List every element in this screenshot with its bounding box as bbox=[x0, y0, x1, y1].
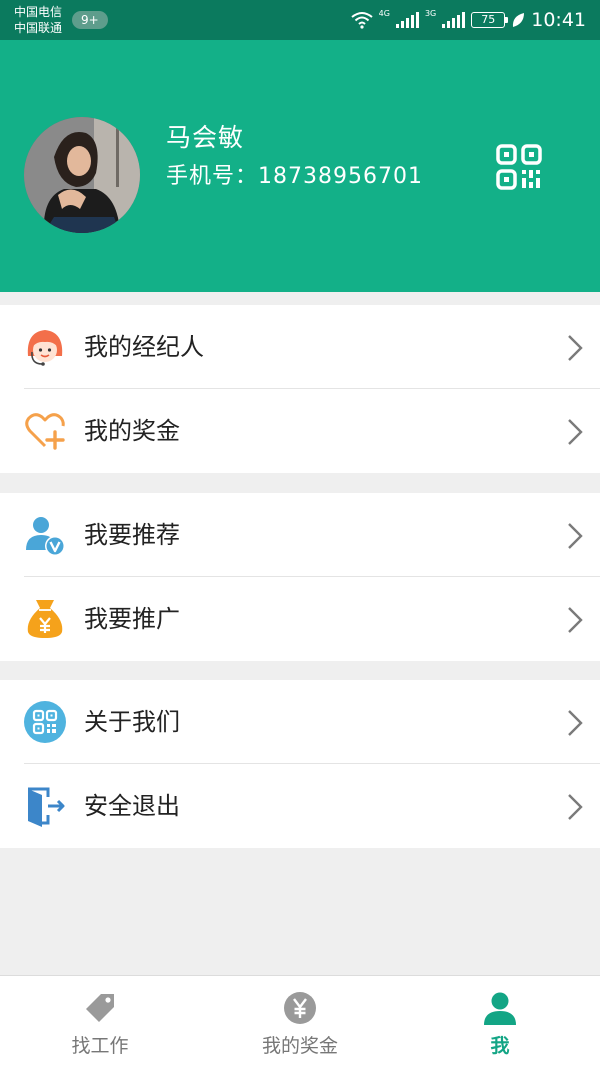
signal-icon-1 bbox=[395, 12, 419, 28]
menu-group-account: 我的经纪人 我的奖金 bbox=[0, 305, 600, 473]
chevron-right-icon bbox=[568, 710, 583, 736]
menu-label-promote: 我要推广 bbox=[84, 605, 180, 633]
qr-about-icon bbox=[24, 701, 66, 743]
menu-item-promote[interactable]: 我要推广 bbox=[0, 577, 600, 661]
menu-label-my-agent: 我的经纪人 bbox=[84, 333, 204, 361]
chevron-right-icon bbox=[568, 794, 583, 820]
tab-label-my-bonus: 我的奖金 bbox=[261, 1035, 338, 1057]
user-name: 马会敏 bbox=[166, 123, 245, 152]
signal-icon-2 bbox=[442, 12, 466, 28]
menu-item-my-agent[interactable]: 我的经纪人 bbox=[0, 305, 600, 389]
tab-me[interactable]: 我 bbox=[400, 976, 600, 1067]
carrier-1: 中国电信 bbox=[14, 5, 63, 19]
menu-label-logout: 安全退出 bbox=[84, 792, 180, 820]
phone-number: 18738956701 bbox=[258, 164, 423, 189]
leaf-icon bbox=[513, 13, 525, 27]
tag-icon bbox=[86, 994, 114, 1022]
chevron-right-icon bbox=[568, 523, 583, 549]
clock: 10:41 bbox=[531, 9, 586, 31]
money-bag-icon bbox=[27, 600, 63, 638]
chevron-right-icon bbox=[568, 607, 583, 633]
status-bar: 中国电信 中国联通 9+ 4G 3G 75 10:41 bbox=[0, 0, 600, 40]
menu-group-share: 我要推荐 我要推广 bbox=[0, 493, 600, 661]
qr-code-icon bbox=[496, 144, 542, 190]
battery-level: 75 bbox=[481, 13, 496, 26]
chevron-right-icon bbox=[568, 335, 583, 361]
profile-header: 马会敏 手机号：18738956701 bbox=[0, 40, 600, 292]
menu-item-about-us[interactable]: 关于我们 bbox=[0, 680, 600, 764]
carrier-2: 中国联通 bbox=[14, 21, 63, 35]
menu-item-logout[interactable]: 安全退出 bbox=[0, 764, 600, 848]
logout-door-icon bbox=[28, 787, 65, 827]
yen-coin-icon bbox=[284, 992, 316, 1024]
phone-label: 手机号： bbox=[166, 164, 259, 189]
user-verified-icon bbox=[26, 517, 65, 556]
menu-label-recommend: 我要推荐 bbox=[84, 521, 180, 549]
wifi-icon bbox=[351, 12, 373, 29]
network-type-1: 4G bbox=[378, 9, 390, 18]
network-type-2: 3G bbox=[424, 9, 437, 18]
qr-code-button[interactable] bbox=[496, 144, 542, 190]
avatar-photo bbox=[24, 117, 140, 233]
heart-plus-icon bbox=[25, 413, 65, 450]
battery-icon: 75 bbox=[471, 12, 509, 28]
notification-badge: 9+ bbox=[72, 11, 108, 29]
tab-label-me: 我 bbox=[490, 1035, 510, 1057]
status-indicators: 4G 3G 75 10:41 bbox=[351, 0, 586, 40]
phone-row: 手机号：18738956701 bbox=[166, 158, 423, 190]
menu-item-my-bonus[interactable]: 我的奖金 bbox=[0, 389, 600, 473]
tab-label-find-job: 找工作 bbox=[71, 1035, 129, 1057]
carrier-info: 中国电信 中国联通 bbox=[14, 4, 62, 36]
chevron-right-icon bbox=[568, 419, 583, 445]
agent-icon bbox=[27, 330, 63, 366]
menu-group-system: 关于我们 安全退出 bbox=[0, 680, 600, 848]
bottom-tab-bar: 找工作 我的奖金 我 bbox=[0, 975, 600, 1067]
tab-find-job[interactable]: 找工作 bbox=[0, 976, 200, 1067]
menu-item-recommend[interactable]: 我要推荐 bbox=[0, 493, 600, 577]
menu-label-about-us: 关于我们 bbox=[84, 708, 180, 736]
menu-label-my-bonus: 我的奖金 bbox=[84, 417, 180, 445]
user-icon bbox=[484, 992, 516, 1025]
avatar[interactable] bbox=[24, 117, 140, 233]
tab-my-bonus[interactable]: 我的奖金 bbox=[200, 976, 400, 1067]
